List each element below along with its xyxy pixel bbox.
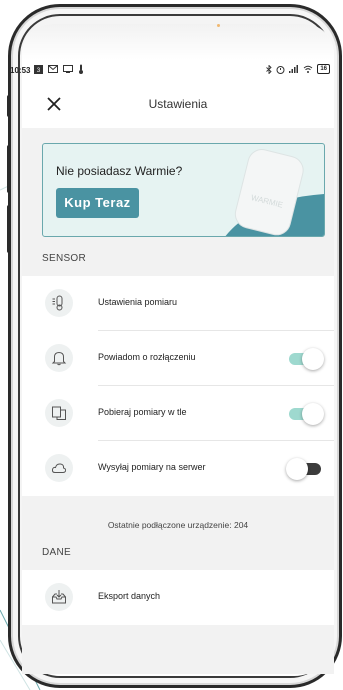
list-item-label: Eksport danych xyxy=(98,591,161,601)
settings-content: Nie posiadasz Warmie? Kup Teraz WARMIE S… xyxy=(22,128,334,674)
sensor-settings-list: Ustawienia pomiaru Powiadom o rozłączeni… xyxy=(22,276,334,496)
section-header-data: DANE xyxy=(42,547,71,558)
toggle-knob xyxy=(302,348,324,370)
list-item-send-to-server[interactable]: Wysyłaj pomiary na serwer xyxy=(22,441,334,496)
toggle-knob xyxy=(286,458,308,480)
status-time: 10:53 xyxy=(10,65,31,75)
bell-icon xyxy=(45,344,73,372)
thermometer-icon xyxy=(45,289,73,317)
app-header: Ustawienia xyxy=(22,82,334,128)
export-icon xyxy=(45,583,73,611)
promo-banner: Nie posiadasz Warmie? Kup Teraz WARMIE xyxy=(42,143,325,237)
list-item-label: Pobieraj pomiary w tle xyxy=(98,407,187,417)
page-title: Ustawienia xyxy=(148,97,208,111)
warmie-device-image: WARMIE xyxy=(225,149,324,236)
thermometer-status-icon xyxy=(78,64,84,76)
bluetooth-icon xyxy=(266,64,272,74)
list-item-background-fetch[interactable]: Pobieraj pomiary w tle xyxy=(22,386,334,441)
list-item-export-data[interactable]: Eksport danych xyxy=(22,570,334,625)
cloud-icon xyxy=(45,454,73,482)
app-notification-icon: 3 xyxy=(34,64,44,76)
send-to-server-toggle[interactable] xyxy=(286,458,324,480)
cast-icon xyxy=(63,65,74,75)
list-item-label: Ustawienia pomiaru xyxy=(98,297,178,307)
list-item-measurement-settings[interactable]: Ustawienia pomiaru xyxy=(22,276,334,331)
last-device-note: Ostatnie podłączone urządzenie: 204 xyxy=(107,520,249,530)
promo-title: Nie posiadasz Warmie? xyxy=(56,164,183,178)
background-sync-icon xyxy=(45,399,73,427)
list-item-label: Powiadom o rozłączeniu xyxy=(98,352,196,362)
camera-dot xyxy=(217,24,220,27)
buy-now-button[interactable]: Kup Teraz xyxy=(56,188,139,218)
list-item-disconnect-alert[interactable]: Powiadom o rozłączeniu xyxy=(22,331,334,386)
screen-top xyxy=(22,24,334,60)
data-settings-list: Eksport danych xyxy=(22,570,334,625)
toggle-knob xyxy=(302,403,324,425)
wifi-icon xyxy=(303,65,313,73)
list-item-label: Wysyłaj pomiary na serwer xyxy=(98,462,206,472)
disconnect-alert-toggle[interactable] xyxy=(286,348,324,370)
status-bar: 10:53 3 16 xyxy=(10,62,340,78)
signal-icon xyxy=(289,65,299,73)
section-header-sensor: SENSOR xyxy=(42,253,87,264)
status-right-icons: 16 xyxy=(266,64,330,74)
battery-indicator: 16 xyxy=(317,64,330,74)
background-fetch-toggle[interactable] xyxy=(286,403,324,425)
alarm-icon xyxy=(276,65,285,74)
mail-icon xyxy=(48,65,59,75)
